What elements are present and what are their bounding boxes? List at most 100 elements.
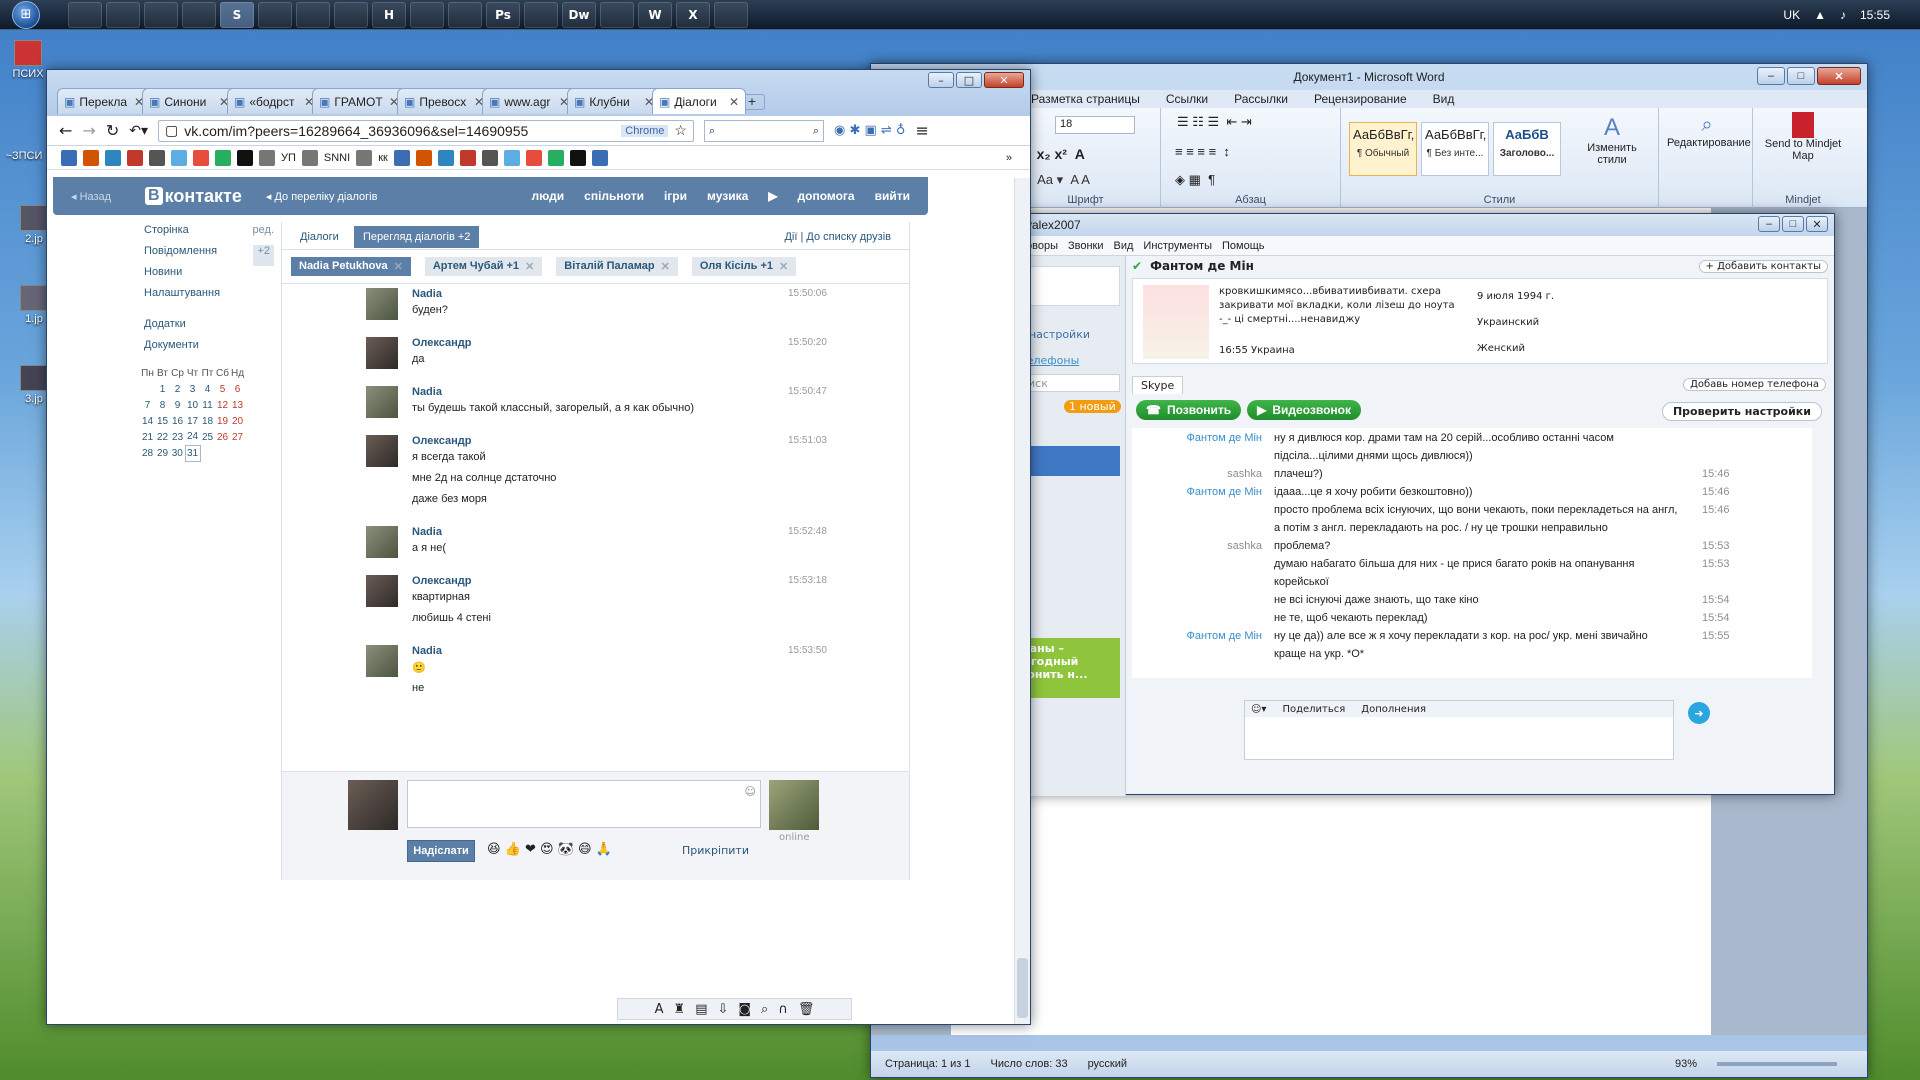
tab-mailings[interactable]: Рассылки [1234,92,1288,106]
calendar-day[interactable]: 31 [184,444,201,462]
bookmark-icon[interactable] [127,149,143,166]
tab-page-layout[interactable]: Разметка страницы [1031,92,1140,106]
taskbar-app-icon[interactable]: Dw [562,1,596,28]
to-dialog-list-link[interactable]: ◂ До переліку діалогів [266,190,378,203]
minimize-button[interactable]: – [1757,67,1785,85]
bookmark-icon[interactable] [83,149,99,166]
taskbar-app-icon[interactable] [600,1,634,28]
message-input[interactable]: ☺▾ Поделиться Дополнения [1244,700,1674,760]
bookmarks-overflow-icon[interactable]: » [1006,152,1012,164]
close-icon[interactable]: ✕ [525,260,534,273]
browser-tab[interactable]: ▣ www.agr ✕ [482,88,576,114]
back-link[interactable]: ◂ Назад [71,190,111,203]
back-icon[interactable]: ← [59,121,72,140]
call-button[interactable]: ☎ Позвонить [1136,400,1242,420]
taskbar-app-icon[interactable] [182,1,216,28]
message-author[interactable]: Олександр [412,435,471,447]
volume-icon[interactable]: ♪ [1840,8,1846,22]
zoom-level[interactable]: 93% [1675,1058,1697,1070]
style-normal[interactable]: АаБбВвГг, ¶ Обычный [1349,122,1417,176]
page-scrollbar[interactable] [1014,178,1030,1024]
menu-view[interactable]: Вид [1114,240,1134,252]
calendar-day[interactable]: 18 [200,413,215,429]
tab-close-icon[interactable]: ✕ [729,95,739,109]
style-no-spacing[interactable]: АаБбВвГг, ¶ Без инте... [1421,122,1489,176]
bookmark-icon[interactable] [481,149,498,166]
forward-icon[interactable]: → [82,121,95,140]
nav-communities[interactable]: спільноти [584,189,644,203]
word-count[interactable]: Число слов: 33 [991,1058,1068,1070]
address-bar[interactable]: ▢ vk.com/im?peers=16289664_36936096&sel=… [157,119,694,142]
emoticon-icon[interactable]: ☺▾ [1251,704,1266,715]
search-go-icon[interactable]: ⌕ [813,124,819,138]
nav-music[interactable]: музика [707,189,748,203]
menu-tools[interactable]: Инструменты [1143,240,1212,252]
close-icon[interactable]: ✕ [661,260,670,273]
peer-tab[interactable]: Артем Чубай +1 ✕ [424,257,543,276]
camera-icon[interactable]: ◙ [738,1002,751,1017]
taskbar-app-icon[interactable]: H [372,1,406,28]
calendar-day[interactable]: 29 [155,445,170,461]
bookmark-icon[interactable] [569,149,586,166]
menu-help[interactable]: Помощь [1222,240,1265,252]
friends-list-link[interactable]: До списку друзів [806,231,891,243]
calendar-day[interactable]: 23 [170,429,185,445]
taskbar-app-icon[interactable] [144,1,178,28]
bookmark-icon[interactable] [105,149,121,166]
menu-icon[interactable]: ≡ [915,121,928,140]
browser-tab[interactable]: ▣ Перекла ✕ [57,88,151,114]
message-author[interactable]: Nadia [412,288,442,300]
sidebar-item[interactable]: Сторінка ред. [144,224,274,245]
taskbar-app-icon[interactable]: X [676,1,710,28]
message-author[interactable]: Олександр [412,337,471,349]
nav-help[interactable]: допомога [798,189,855,203]
calendar-day[interactable]: 3 [185,381,200,397]
sidebar-item[interactable]: Документи [144,339,274,360]
calendar-day[interactable]: 5 [215,381,230,397]
tab-review[interactable]: Рецензирование [1314,92,1407,106]
browser-tab[interactable]: ▣ ГРАМОТ ✕ [312,88,406,114]
bookmark-icon[interactable] [415,149,432,166]
star-icon[interactable]: ☆ [674,122,687,139]
send-to-mindjet-button[interactable]: Send to Mindjet Map [1761,112,1845,162]
shading-icons[interactable]: ◈ ▦ ¶ [1175,172,1215,188]
bookmark-icon[interactable] [547,149,564,166]
language-status[interactable]: русский [1088,1058,1127,1070]
extension-icons[interactable]: ◉ ✱ ▣ ⇌ ♁ [834,123,905,138]
message-author[interactable]: Олександр [412,575,471,587]
maximize-button[interactable]: □ [1787,67,1815,85]
font-size-input[interactable]: 18 [1055,116,1135,134]
taskbar-app-icon[interactable] [524,1,558,28]
calendar-day[interactable]: 17 [185,413,200,429]
calendar-day[interactable]: 20 [230,413,245,429]
bookmark-icon[interactable] [171,149,187,166]
minimize-button[interactable]: – [1758,216,1780,232]
attach-link[interactable]: Прикріпити [682,844,749,857]
calendar-day[interactable]: 11 [200,397,215,413]
layers-icon[interactable]: ▤ [695,1002,707,1017]
style-heading[interactable]: АаБбВ Заголово... [1493,122,1561,176]
download-icon[interactable]: ⇩ [718,1002,729,1017]
desktop-icon-zpsi[interactable]: ~ЗПСИ [4,150,44,162]
undo-icon[interactable]: ↶▾ [129,123,148,139]
browser-tab[interactable]: ▣ «бодрст ✕ [227,88,321,114]
taskbar-app-icon[interactable] [714,1,748,28]
calendar-day[interactable]: 16 [170,413,185,429]
tab-references[interactable]: Ссылки [1166,92,1208,106]
bookmark-item[interactable]: кк [378,152,388,164]
peer-tab[interactable]: Nadia Petukhova ✕ [291,257,411,276]
browser-tab[interactable]: ▣ Превосх ✕ [397,88,491,114]
check-settings-button[interactable]: Проверить настройки [1661,402,1822,421]
sidebar-item[interactable]: Повідомлення +2 [144,245,274,266]
bookmark-icon[interactable] [437,149,454,166]
bookmark-icon[interactable] [259,149,275,166]
calendar-day[interactable]: 2 [170,381,185,397]
search-box[interactable]: ⌕ ⌕ [703,119,824,142]
vk-logo[interactable]: Вконтакте [145,186,242,207]
emoji-shortcuts[interactable]: 😆 👍 ❤ 😍 🐼 😄 🙏 [487,842,612,857]
bookmark-icon[interactable] [591,149,608,166]
message-avatar[interactable] [366,386,398,418]
bookmark-icon[interactable] [393,149,410,166]
peer-avatar[interactable] [769,780,819,830]
send-message-icon[interactable]: ➜ [1688,702,1710,724]
